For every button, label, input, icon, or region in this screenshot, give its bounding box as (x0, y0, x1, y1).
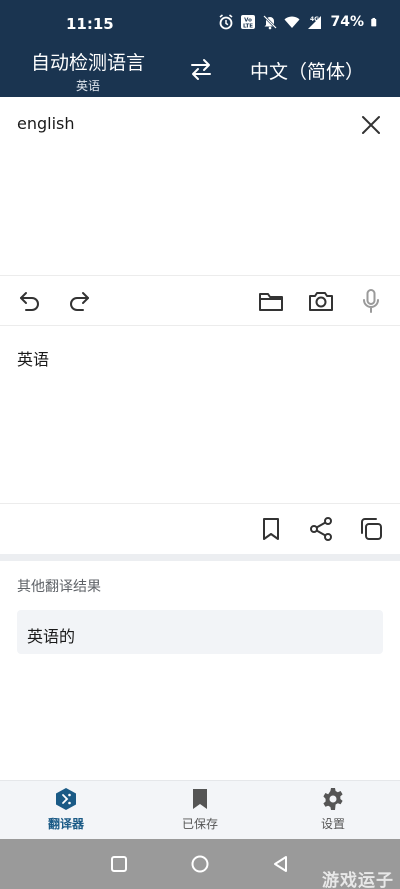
section-divider (0, 554, 400, 561)
source-language-label: 自动检测语言 (30, 52, 145, 74)
translation-output-area: 英语 (0, 326, 400, 504)
nav-saved-label: 已保存 (181, 817, 218, 831)
svg-text:4G: 4G (310, 16, 319, 23)
battery-percent: 74% (330, 14, 364, 30)
nav-settings[interactable]: 设置 (293, 787, 373, 835)
nav-translator-label: 翻译器 (47, 817, 84, 831)
signal-4g-icon: 4G (308, 16, 322, 29)
back-triangle-icon[interactable] (271, 854, 291, 874)
target-language-selector[interactable]: 中文（简体） (250, 57, 364, 84)
recents-square-icon[interactable] (109, 854, 129, 874)
other-translations-title: 其他翻译结果 (17, 579, 101, 595)
source-text-area[interactable]: english (0, 97, 400, 276)
status-time: 11:15 (66, 15, 114, 33)
bookmark-icon[interactable] (258, 516, 284, 542)
mute-icon (263, 15, 278, 30)
detected-language-label: 英语 (75, 79, 100, 93)
app-header: 11:15 Vo LTE 4G 74% 自动检测语言 英语 中文（简体） (0, 0, 400, 97)
share-icon[interactable] (308, 516, 334, 542)
nav-saved[interactable]: 已保存 (160, 787, 240, 835)
status-icons: Vo LTE 4G 74% (218, 14, 380, 30)
translator-icon (56, 788, 76, 810)
translation-text[interactable]: 英语 (17, 346, 49, 370)
bookmark-filled-icon (193, 789, 207, 809)
camera-icon[interactable] (308, 288, 334, 314)
alarm-icon (219, 14, 233, 30)
system-navigation-bar: 游戏运子 (0, 839, 400, 889)
microphone-icon[interactable] (358, 288, 384, 314)
close-icon[interactable] (360, 114, 382, 136)
bottom-navigation: 翻译器 已保存 设置 (0, 780, 400, 839)
wifi-icon (284, 16, 300, 28)
gear-icon (323, 788, 343, 810)
undo-icon[interactable] (17, 288, 43, 314)
nav-translator[interactable]: 翻译器 (26, 787, 106, 835)
redo-icon[interactable] (66, 288, 92, 314)
swap-languages-button[interactable] (188, 56, 214, 82)
output-toolbar (0, 504, 400, 554)
source-language-selector[interactable]: 自动检测语言 英语 (18, 48, 158, 94)
copy-icon[interactable] (358, 516, 384, 542)
nav-settings-label: 设置 (320, 817, 345, 831)
battery-icon (371, 17, 377, 27)
status-bar: 11:15 Vo LTE 4G 74% (0, 0, 400, 44)
alternative-translation-item[interactable]: 英语的 (17, 610, 383, 654)
language-bar: 自动检测语言 英语 中文（简体） (0, 44, 400, 97)
home-circle-icon[interactable] (190, 854, 210, 874)
watermark: 游戏运子 (322, 871, 394, 889)
source-text[interactable]: english (17, 114, 75, 133)
alternative-translation-text: 英语的 (27, 627, 76, 646)
volte-icon: VoLTE (241, 15, 256, 30)
folder-icon[interactable] (258, 288, 284, 314)
input-toolbar (0, 276, 400, 326)
svg-text:LTE: LTE (243, 24, 253, 30)
